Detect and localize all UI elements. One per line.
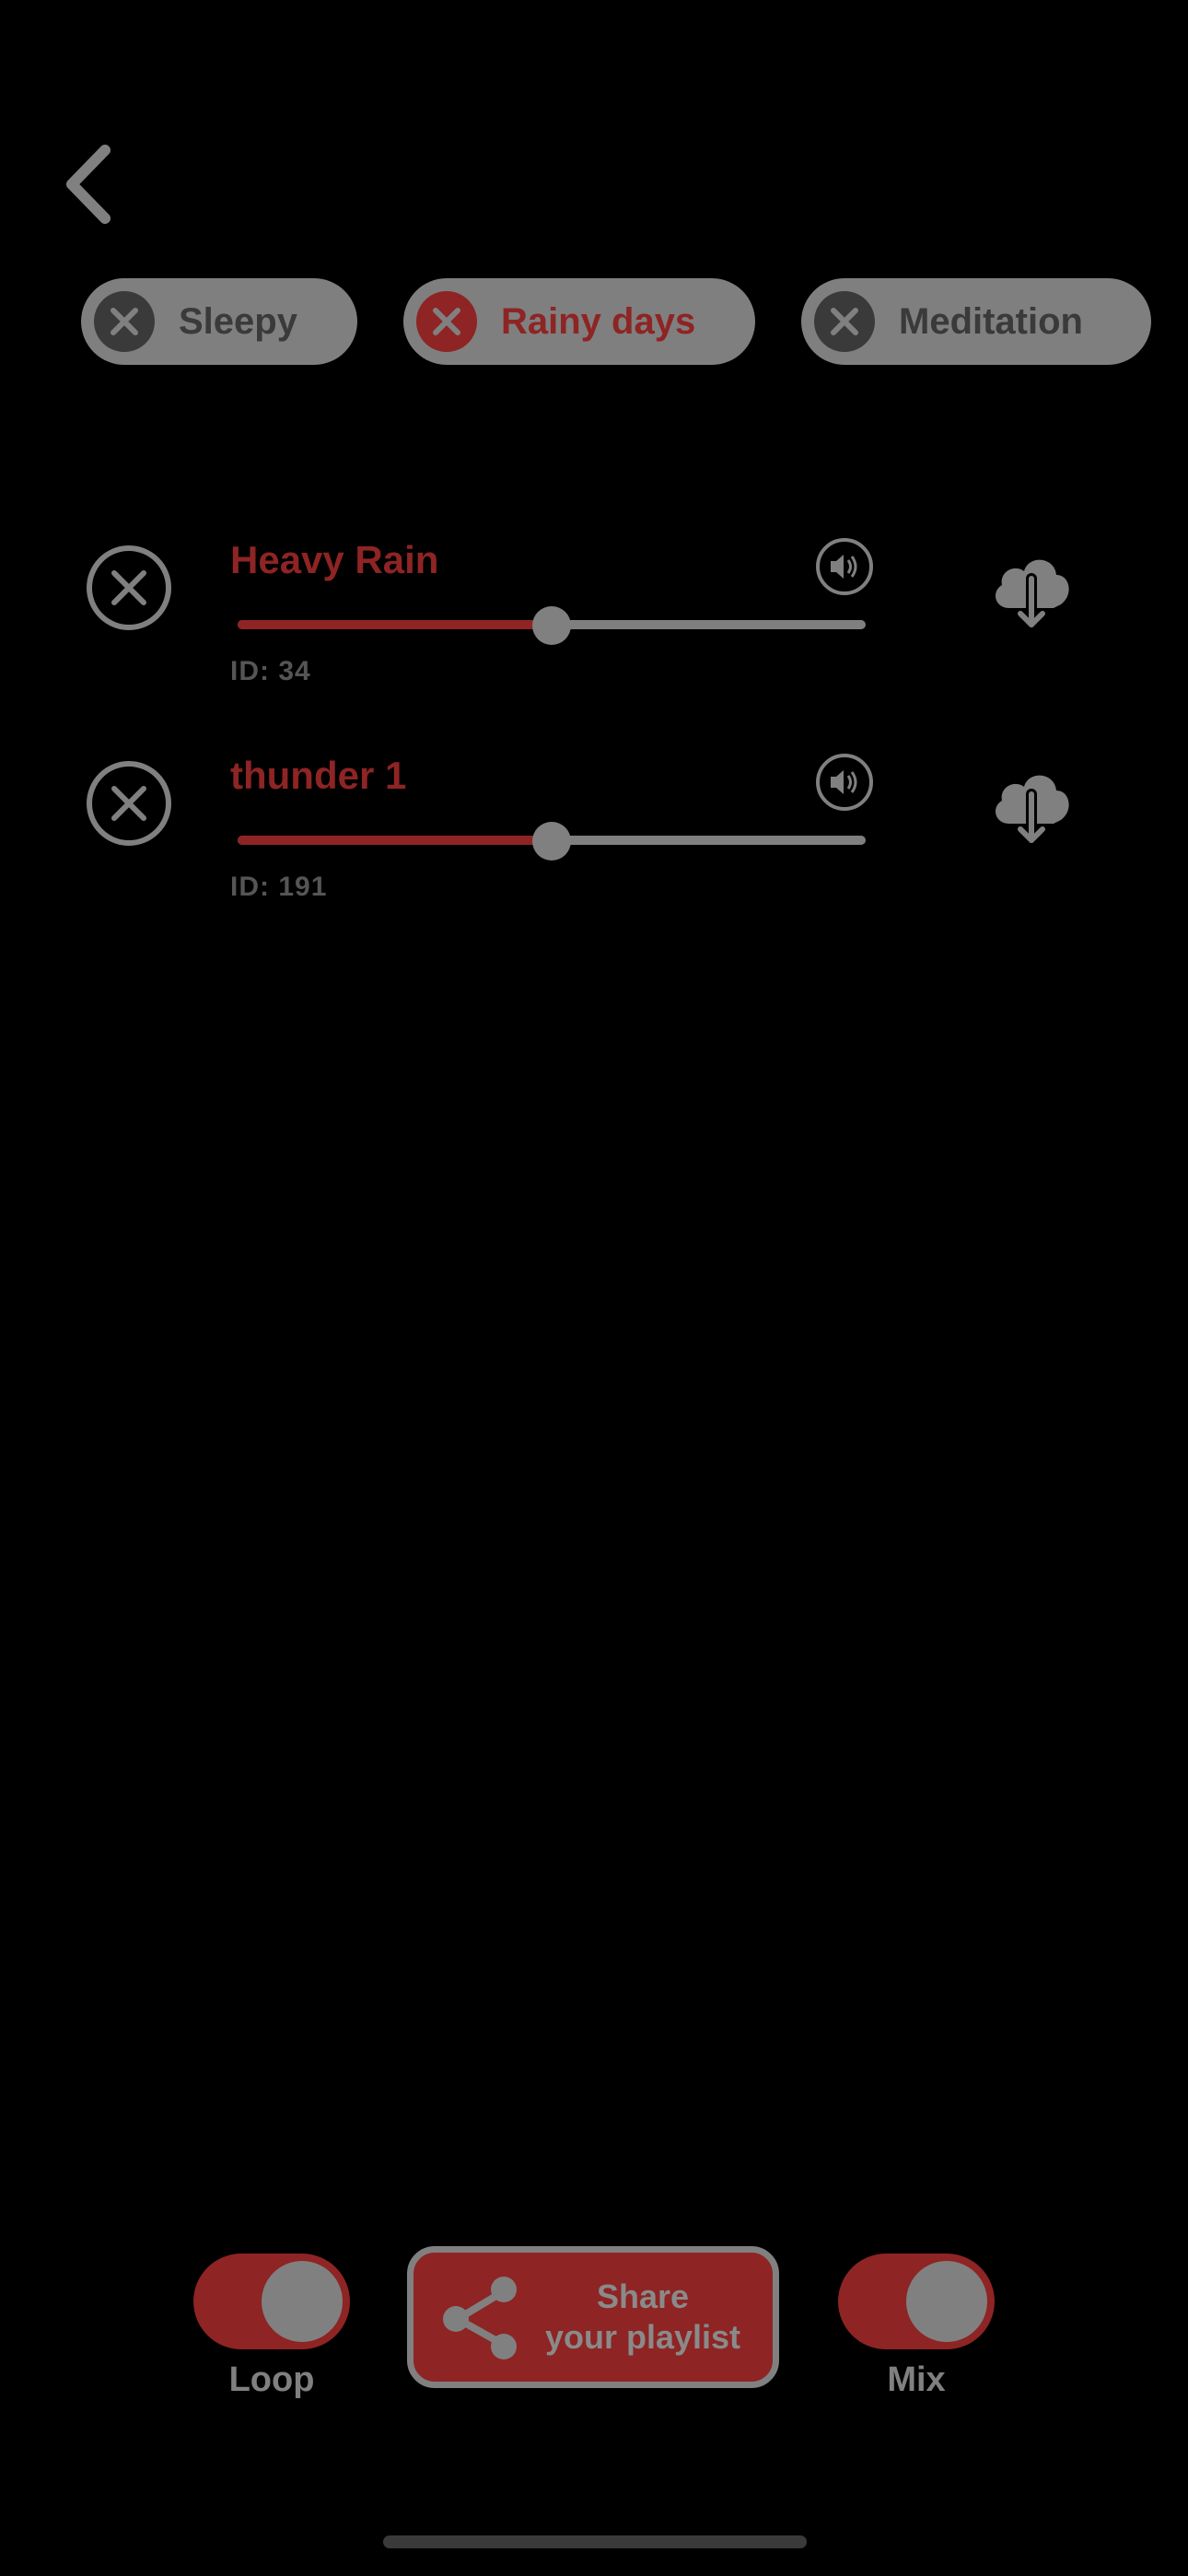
remove-tag-icon[interactable] <box>94 291 155 352</box>
close-circle-icon <box>87 545 171 630</box>
sound-id: ID: 191 <box>230 872 328 902</box>
mix-toggle[interactable] <box>838 2254 995 2349</box>
remove-tag-icon[interactable] <box>814 291 875 352</box>
cloud-download-icon <box>996 775 1069 848</box>
share-icon <box>437 2271 530 2363</box>
cloud-download-icon <box>996 559 1069 632</box>
toggle-knob <box>262 2261 343 2342</box>
sound-name: thunder 1 <box>230 754 407 797</box>
download-button[interactable] <box>985 542 1077 634</box>
mute-button[interactable] <box>814 752 875 813</box>
remove-sound-button[interactable] <box>85 759 173 848</box>
remove-tag-icon[interactable] <box>416 291 477 352</box>
volume-slider[interactable] <box>238 822 866 861</box>
home-indicator <box>383 2535 807 2548</box>
loop-toggle[interactable] <box>193 2254 350 2349</box>
tag-chip-sleepy[interactable]: Sleepy <box>81 278 357 365</box>
share-playlist-button[interactable]: Share your playlist <box>407 2246 779 2388</box>
back-button[interactable] <box>52 138 125 230</box>
mute-button[interactable] <box>814 536 875 597</box>
share-button-label: Share your playlist <box>530 2277 773 2358</box>
sound-id: ID: 34 <box>230 656 311 686</box>
speaker-icon <box>816 754 873 811</box>
slider-fill <box>238 620 552 629</box>
loop-label: Loop <box>228 2360 315 2399</box>
slider-thumb[interactable] <box>532 822 571 861</box>
slider-fill <box>238 836 552 845</box>
speaker-icon <box>816 538 873 595</box>
tag-label: Sleepy <box>179 300 297 342</box>
share-label-line2: your playlist <box>544 2318 741 2356</box>
tag-chip-rainy-days[interactable]: Rainy days <box>403 278 755 365</box>
remove-sound-button[interactable] <box>85 544 173 632</box>
mix-label: Mix <box>887 2360 946 2399</box>
tag-chip-meditation[interactable]: Meditation <box>801 278 1151 365</box>
tag-label: Rainy days <box>501 300 696 342</box>
close-circle-icon <box>87 761 171 846</box>
tag-label: Meditation <box>899 300 1083 342</box>
sound-name: Heavy Rain <box>230 538 439 581</box>
chevron-left-icon <box>66 145 111 224</box>
slider-thumb[interactable] <box>532 606 571 645</box>
toggle-knob <box>906 2261 987 2342</box>
share-label-line1: Share <box>596 2277 690 2315</box>
volume-slider[interactable] <box>238 606 866 645</box>
download-button[interactable] <box>985 757 1077 849</box>
